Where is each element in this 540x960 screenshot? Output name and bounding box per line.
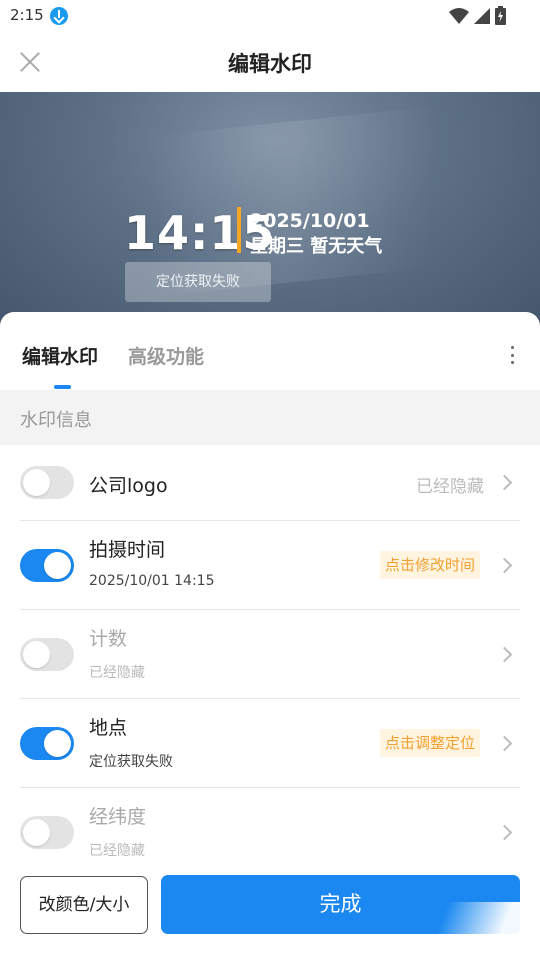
- row-shooting-time[interactable]: 拍摄时间 2025/10/01 14:15 点击修改时间: [0, 521, 540, 610]
- chevron-right-icon: [496, 474, 513, 491]
- time-toggle[interactable]: [20, 549, 74, 582]
- status-bar: 2:15: [0, 0, 540, 32]
- bottom-bar: 改颜色/大小 完成: [0, 872, 540, 960]
- count-toggle[interactable]: [20, 638, 74, 671]
- style-button[interactable]: 改颜色/大小: [20, 876, 148, 934]
- row-status: 已经隐藏: [416, 477, 484, 497]
- chevron-right-icon: [496, 557, 513, 574]
- toggle-knob: [44, 552, 71, 579]
- app-header: 编辑水印: [0, 32, 540, 92]
- watermark-weekday-weather: 星期三 暂无天气: [250, 236, 383, 257]
- row-title: 计数: [89, 628, 128, 650]
- row-title: 公司logo: [89, 475, 168, 497]
- signal-icon: [474, 7, 490, 24]
- row-coordinates[interactable]: 经纬度 已经隐藏: [0, 788, 540, 877]
- edit-time-tag[interactable]: 点击修改时间: [379, 551, 480, 579]
- download-icon: [50, 7, 68, 25]
- row-subtitle: 已经隐藏: [89, 665, 145, 681]
- edit-sheet: 编辑水印 高级功能 水印信息 公司logo 已经隐藏 拍摄时间 2025/10/…: [0, 312, 540, 960]
- wifi-icon: [449, 7, 469, 24]
- toggle-knob: [44, 730, 71, 757]
- toggle-knob: [23, 819, 50, 846]
- section-title: 水印信息: [20, 410, 92, 431]
- toggle-knob: [23, 641, 50, 668]
- row-company-logo[interactable]: 公司logo 已经隐藏: [0, 445, 540, 521]
- corner-glow: [400, 902, 540, 960]
- row-subtitle: 2025/10/01 14:15: [89, 573, 215, 589]
- coordinates-toggle[interactable]: [20, 816, 74, 849]
- battery-icon: [495, 6, 506, 25]
- adjust-location-tag[interactable]: 点击调整定位: [379, 729, 480, 757]
- row-location[interactable]: 地点 定位获取失败 点击调整定位: [0, 699, 540, 788]
- row-title: 拍摄时间: [89, 539, 166, 561]
- row-count[interactable]: 计数 已经隐藏: [0, 610, 540, 699]
- chevron-right-icon: [496, 646, 513, 663]
- watermark-date: 2025/10/01: [250, 210, 370, 232]
- more-icon[interactable]: [508, 346, 516, 364]
- active-tab-indicator: [54, 385, 71, 389]
- location-toggle[interactable]: [20, 727, 74, 760]
- logo-toggle[interactable]: [20, 466, 74, 499]
- watermark-preview: 14:15 2025/10/01 星期三 暂无天气 定位获取失败: [0, 92, 540, 332]
- row-title: 经纬度: [89, 806, 147, 828]
- row-subtitle: 已经隐藏: [89, 843, 145, 859]
- chevron-right-icon: [496, 735, 513, 752]
- status-time: 2:15: [10, 6, 44, 24]
- toggle-knob: [23, 469, 50, 496]
- watermark-location: 定位获取失败: [125, 262, 271, 302]
- status-icons: [449, 6, 506, 25]
- row-title: 地点: [89, 717, 128, 739]
- chevron-right-icon: [496, 824, 513, 841]
- page-title: 编辑水印: [228, 52, 312, 76]
- tab-edit-watermark[interactable]: 编辑水印: [22, 342, 98, 369]
- watermark-divider: [237, 207, 241, 253]
- row-subtitle: 定位获取失败: [89, 754, 173, 770]
- section-header: 水印信息: [0, 390, 540, 445]
- tab-advanced[interactable]: 高级功能: [128, 342, 204, 369]
